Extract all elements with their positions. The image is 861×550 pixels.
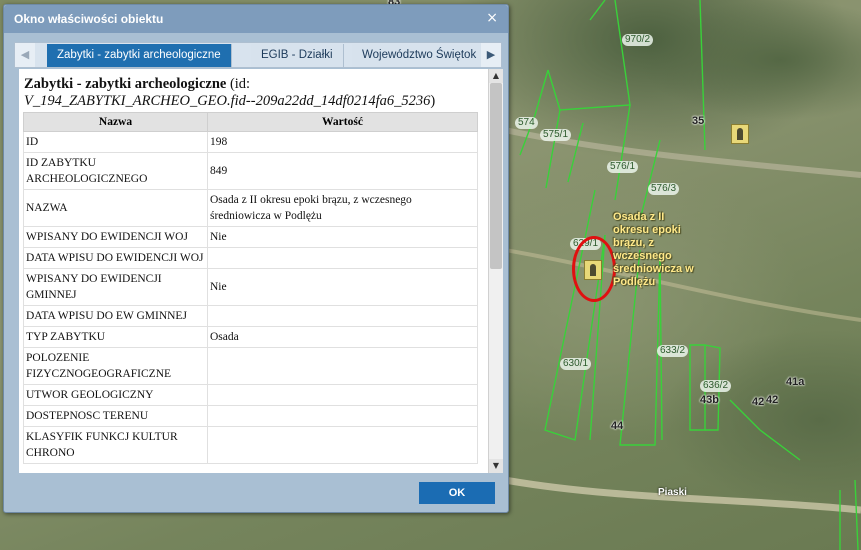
map-number: 42 — [752, 396, 765, 408]
column-header-value: Wartość — [207, 112, 478, 132]
table-row: DATA WPISU DO EWIDENCJI WOJ — [23, 247, 478, 269]
tab-zabytki[interactable]: Zabytki - zabytki archeologiczne — [47, 44, 232, 67]
attribute-value: 849 — [207, 152, 478, 190]
table-row: NAZWA Osada z II okresu epoki brązu, z wc… — [23, 189, 478, 227]
parcel-label: 576/1 — [607, 161, 639, 173]
attribute-value — [207, 384, 478, 406]
ok-button[interactable]: OK — [419, 482, 495, 504]
map-feature-label: Osada z II okresu epoki brązu, z wczesne… — [613, 211, 694, 288]
map-number: 44 — [611, 420, 624, 432]
table-row: WPISANY DO EWIDENCJI GMINNEJ Nie — [23, 268, 478, 306]
map-number: 43b — [700, 394, 719, 406]
tab-egib-dzialki[interactable]: EGIB - Działki — [251, 44, 344, 67]
attribute-value: Osada — [207, 326, 478, 348]
attribute-name: UTWOR GEOLOGICZNY — [23, 384, 208, 406]
village-label: Piaski — [658, 487, 687, 498]
parcel-label: 636/2 — [700, 380, 732, 392]
vertical-scrollbar[interactable]: ▲ ▼ — [488, 69, 503, 473]
tab-bar: ◀ Zabytki - zabytki archeologiczne EGIB … — [14, 42, 502, 68]
map-number: 42 — [766, 394, 779, 406]
attribute-name: DATA WPISU DO EW GMINNEJ — [23, 305, 208, 327]
attributes-table: Nazwa Wartość ID 198 ID ZABYTKU ARCHEOLOGI… — [23, 112, 478, 464]
attribute-value — [207, 247, 478, 269]
map-number: 41a — [786, 376, 805, 388]
tab-wojewodztwo[interactable]: Województwo Świętok — [352, 44, 483, 67]
table-row: ID 198 — [23, 131, 478, 153]
attribute-value — [207, 347, 478, 385]
attribute-name: TYP ZABYTKU — [23, 326, 208, 348]
tab-scroll-right-icon[interactable]: ▶ — [481, 43, 501, 67]
table-row: WPISANY DO EWIDENCJI WOJ Nie — [23, 226, 478, 248]
scroll-down-icon[interactable]: ▼ — [489, 459, 503, 473]
feature-heading: Zabytki - zabytki archeologiczne (id: V_… — [24, 76, 436, 109]
properties-panel: Zabytki - zabytki archeologiczne (id: V_… — [19, 69, 488, 473]
attribute-name: DATA WPISU DO EWIDENCJI WOJ — [23, 247, 208, 269]
attribute-value: Nie — [207, 268, 478, 306]
attribute-name: WPISANY DO EWIDENCJI WOJ — [23, 226, 208, 248]
attribute-name: KLASYFIK FUNKCJ KULTUR CHRONO — [23, 426, 208, 464]
table-row: DOSTEPNOSC TERENU — [23, 405, 478, 427]
attribute-value: Nie — [207, 226, 478, 248]
properties-dialog: Okno właściwości obiektu × ◀ Zabytki - z… — [3, 4, 509, 513]
attribute-value: 198 — [207, 131, 478, 153]
parcel-label: 574 — [515, 117, 538, 129]
parcel-label: 630/1 — [560, 358, 592, 370]
attribute-name: POLOZENIE FIZYCZNOGEOGRAFICZNE — [23, 347, 208, 385]
highlight-circle — [572, 236, 616, 302]
parcel-label: 575/1 — [540, 129, 572, 141]
scroll-up-icon[interactable]: ▲ — [489, 69, 503, 83]
attribute-value — [207, 426, 478, 464]
scroll-thumb[interactable] — [490, 83, 502, 269]
attribute-name: ID ZABYTKU ARCHEOLOGICZNEGO — [23, 152, 208, 190]
attribute-name: NAZWA — [23, 189, 208, 227]
tab-scroll-left-icon[interactable]: ◀ — [15, 43, 35, 67]
table-row: ID ZABYTKU ARCHEOLOGICZNEGO 849 — [23, 152, 478, 190]
parcel-label: 633/2 — [657, 345, 689, 357]
table-row: UTWOR GEOLOGICZNY — [23, 384, 478, 406]
parcel-label: 970/2 — [622, 34, 654, 46]
attribute-value — [207, 305, 478, 327]
table-row: POLOZENIE FIZYCZNOGEOGRAFICZNE — [23, 347, 478, 385]
table-row: KLASYFIK FUNKCJ KULTUR CHRONO — [23, 426, 478, 464]
attribute-name: WPISANY DO EWIDENCJI GMINNEJ — [23, 268, 208, 306]
attribute-name: ID — [23, 131, 208, 153]
map-number: 35 — [692, 115, 705, 127]
attribute-name: DOSTEPNOSC TERENU — [23, 405, 208, 427]
table-row: TYP ZABYTKU Osada — [23, 326, 478, 348]
column-header-name: Nazwa — [23, 112, 208, 132]
attribute-value: Osada z II okresu epoki brązu, z wczesne… — [207, 189, 478, 227]
parcel-label: 576/3 — [648, 183, 680, 195]
monument-marker-icon[interactable] — [731, 124, 749, 144]
close-icon[interactable]: × — [486, 11, 498, 25]
attribute-value — [207, 405, 478, 427]
dialog-title: Okno właściwości obiektu — [4, 5, 508, 33]
table-row: DATA WPISU DO EW GMINNEJ — [23, 305, 478, 327]
